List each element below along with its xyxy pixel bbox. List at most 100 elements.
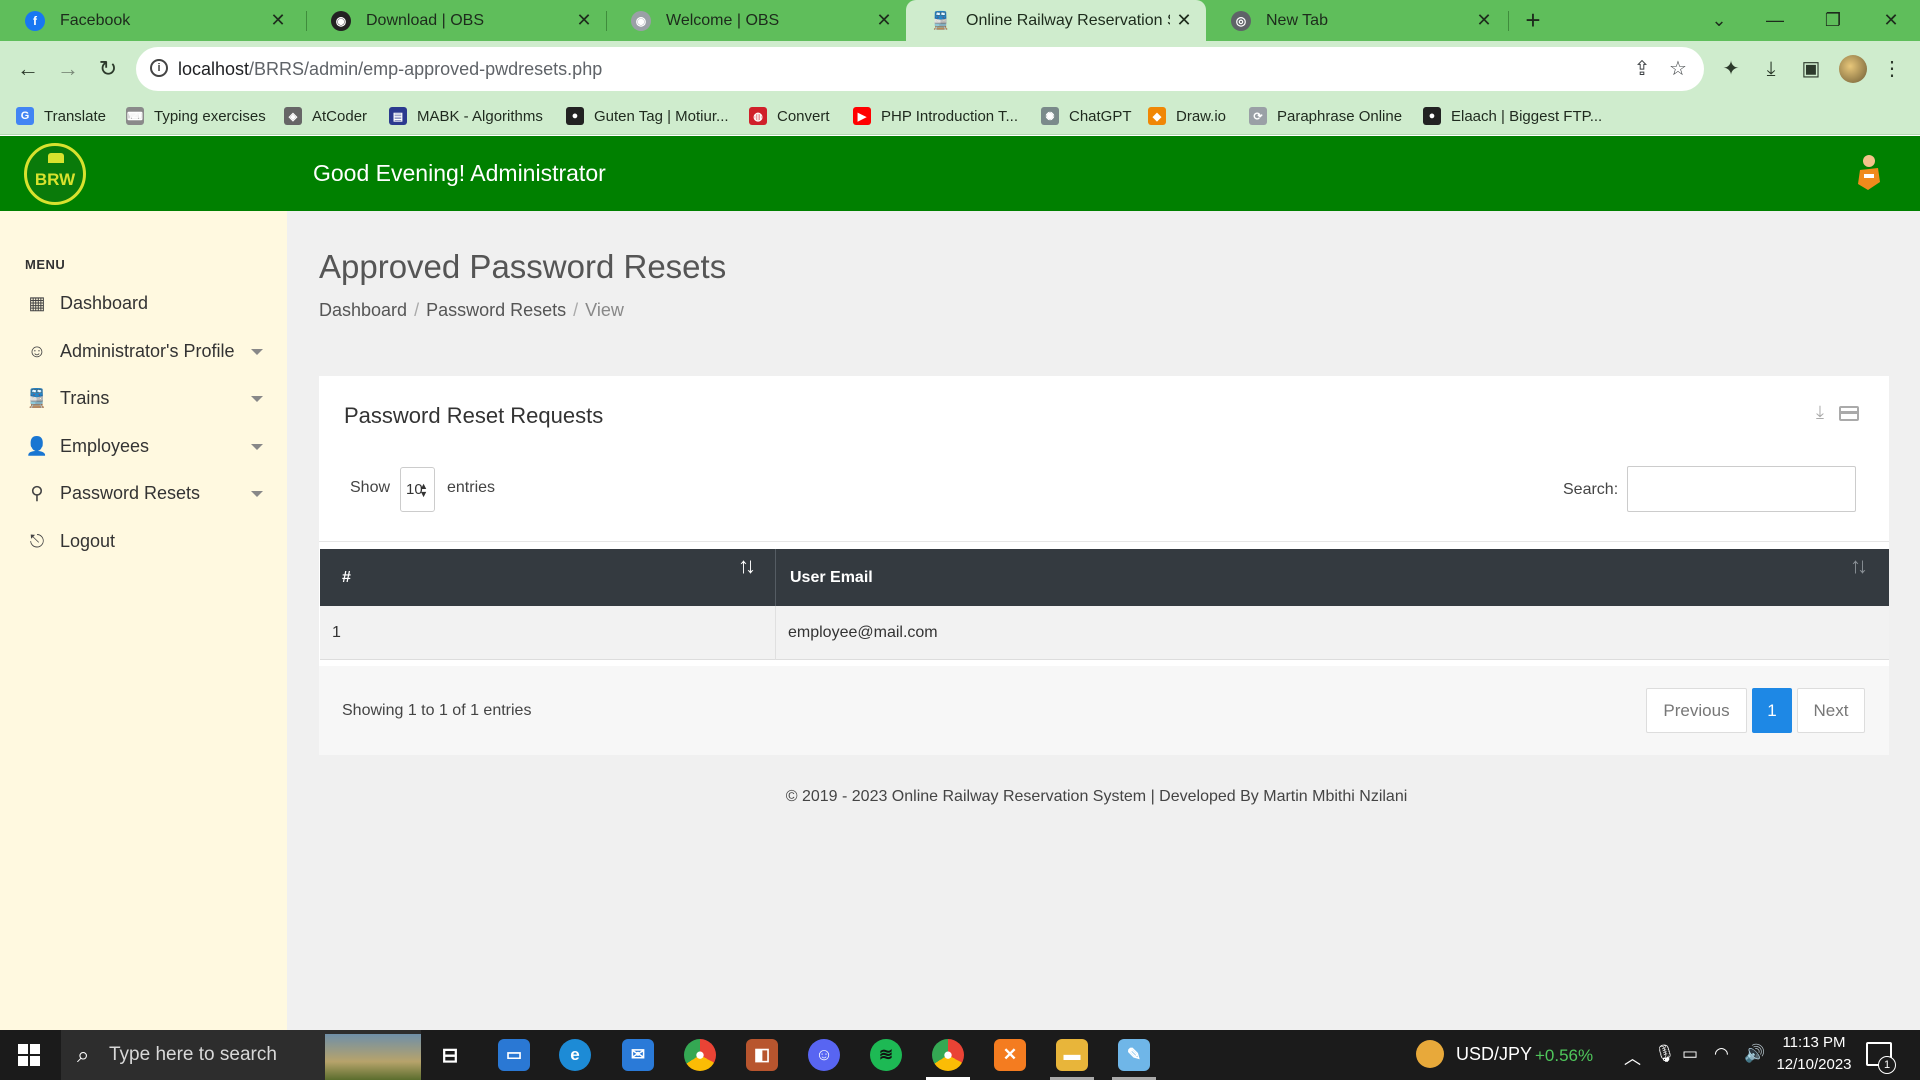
forward-button[interactable]: → — [50, 51, 86, 87]
bookmark-item[interactable]: ⌨ Typing exercises — [126, 104, 266, 128]
bookmark-item[interactable]: ● Elaach | Biggest FTP... — [1423, 104, 1602, 128]
table-row: 1 employee@mail.com — [320, 606, 1889, 660]
mail-icon[interactable]: ✉ — [622, 1039, 654, 1071]
sidebar-item-label: Password Resets — [60, 482, 201, 503]
minimize-button[interactable]: — — [1752, 0, 1798, 41]
bookmark-item[interactable]: ✺ ChatGPT — [1041, 104, 1132, 128]
currency-widget-icon[interactable] — [1416, 1040, 1444, 1068]
close-tab-icon[interactable]: ✕ — [1170, 10, 1198, 31]
tab-new-tab[interactable]: ◎ New Tab ✕ — [1206, 0, 1506, 41]
extensions-icon[interactable]: ✦ — [1717, 55, 1745, 83]
column-header-number[interactable]: # — [342, 549, 762, 606]
breadcrumb: Dashboard / Password Resets / View — [319, 300, 624, 321]
logout-icon: ⎋ — [29, 530, 45, 551]
tab-title: Download | OBS — [366, 11, 484, 29]
sidebar-item-password-resets[interactable]: ⚲ Password Resets — [0, 473, 287, 513]
tray-chevron-icon[interactable]: ︿ — [1624, 1044, 1641, 1069]
share-icon[interactable]: ⇪ — [1630, 57, 1654, 81]
bookmark-label: Translate — [44, 107, 106, 125]
sidebar-item-dashboard[interactable]: ▦ Dashboard — [0, 283, 287, 323]
breadcrumb-password-resets[interactable]: Password Resets — [426, 300, 566, 320]
bookmark-item[interactable]: ▶ PHP Introduction T... — [853, 104, 1018, 128]
bookmark-label: Convert — [777, 107, 830, 125]
maximize-button[interactable]: ❐ — [1810, 0, 1856, 41]
close-tab-icon[interactable]: ✕ — [570, 10, 598, 31]
bookmark-item[interactable]: ◆ Draw.io — [1148, 104, 1226, 128]
browser-tab-strip: f Facebook ✕ ◉ Download | OBS ✕ ◉ Welcom… — [0, 0, 1920, 41]
profile-avatar[interactable] — [1839, 55, 1867, 83]
chrome-icon[interactable]: ● — [684, 1039, 716, 1071]
bookmark-item[interactable]: ◍ Convert — [749, 104, 830, 128]
search-input[interactable] — [1627, 466, 1856, 512]
menu-title: MENU — [25, 257, 66, 272]
card-toggle-icon[interactable] — [1839, 406, 1859, 421]
side-panel-icon[interactable]: ▣ — [1797, 55, 1825, 83]
computer-app-icon[interactable]: ▭ — [498, 1039, 530, 1071]
reload-button[interactable]: ↻ — [90, 51, 126, 87]
downloads-icon[interactable]: ⤓ — [1757, 55, 1785, 83]
tab-railway-reservation[interactable]: 🚆 Online Railway Reservation System ✕ — [906, 0, 1206, 41]
tab-welcome-obs[interactable]: ◉ Welcome | OBS ✕ — [606, 0, 906, 41]
column-header-label: # — [342, 569, 351, 586]
address-bar[interactable]: i localhost/BRRS/admin/emp-approved-pwdr… — [136, 47, 1704, 91]
bookmark-item[interactable]: ● Guten Tag | Motiur... — [566, 104, 729, 128]
sort-icon[interactable]: ↑↓ — [738, 553, 756, 579]
close-tab-icon[interactable]: ✕ — [264, 10, 292, 31]
chrome-menu-icon[interactable]: ⋮ — [1878, 55, 1906, 83]
site-info-icon[interactable]: i — [150, 59, 168, 77]
close-tab-icon[interactable]: ✕ — [1470, 10, 1498, 31]
volume-icon[interactable]: 🔊 — [1744, 1044, 1765, 1064]
brw-logo[interactable]: BRW — [24, 143, 86, 205]
notepad-icon[interactable]: ✎ — [1118, 1039, 1150, 1071]
next-page-button[interactable]: Next — [1797, 688, 1865, 733]
tab-search-icon[interactable]: ⌄ — [1696, 0, 1742, 41]
new-tab-button[interactable]: + — [1518, 6, 1548, 36]
close-window-button[interactable]: ✕ — [1868, 0, 1914, 41]
file-explorer-icon[interactable]: ▬ — [1056, 1039, 1088, 1071]
sidebar-item-administrators-profile[interactable]: ☺ Administrator's Profile — [0, 331, 287, 371]
discord-icon[interactable]: ☺ — [808, 1039, 840, 1071]
xampp-icon[interactable]: ✕ — [994, 1039, 1026, 1071]
page-length-select[interactable]: 10 ▲ ▼ — [400, 467, 435, 512]
chrome-active-icon[interactable]: ● — [932, 1039, 964, 1071]
caret-down-icon — [251, 349, 263, 355]
app-icon[interactable]: ◧ — [746, 1039, 778, 1071]
column-header-email[interactable]: User Email — [790, 549, 1790, 606]
download-icon[interactable]: ⤓ — [1816, 402, 1824, 423]
bookmark-item[interactable]: ◈ AtCoder — [284, 104, 367, 128]
bookmark-label: MABK - Algorithms — [417, 107, 543, 125]
edge-icon[interactable]: e — [559, 1039, 591, 1071]
fx-pair[interactable]: USD/JPY — [1456, 1044, 1532, 1065]
microphone-icon[interactable]: 🎙 — [1654, 1044, 1676, 1064]
sidebar-item-employees[interactable]: 👤 Employees — [0, 426, 287, 466]
sidebar-item-trains[interactable]: 🚆 Trains — [0, 378, 287, 418]
tab-download-obs[interactable]: ◉ Download | OBS ✕ — [306, 0, 606, 41]
github-icon: ● — [566, 107, 584, 125]
breadcrumb-dashboard[interactable]: Dashboard — [319, 300, 407, 320]
dashboard-icon: ▦ — [28, 292, 46, 313]
spotify-icon[interactable]: ≋ — [870, 1039, 902, 1071]
close-tab-icon[interactable]: ✕ — [870, 10, 898, 31]
clock-date[interactable]: 12/10/2023 — [1772, 1056, 1856, 1073]
bookmark-label: PHP Introduction T... — [881, 107, 1019, 125]
page-1-button[interactable]: 1 — [1752, 688, 1792, 733]
clock-time[interactable]: 11:13 PM — [1778, 1034, 1850, 1051]
previous-page-button[interactable]: Previous — [1646, 688, 1747, 733]
task-view-icon[interactable]: ⊟ — [434, 1039, 466, 1071]
sort-icon[interactable]: ↑↓ — [1850, 553, 1868, 579]
column-header-label: User Email — [790, 569, 873, 586]
tab-facebook[interactable]: f Facebook ✕ — [0, 0, 300, 41]
bookmark-item[interactable]: G Translate — [16, 104, 106, 128]
google-translate-icon: G — [16, 107, 34, 125]
back-button[interactable]: ← — [10, 51, 46, 87]
battery-icon[interactable]: ▭ — [1682, 1044, 1698, 1064]
bookmark-item[interactable]: ⟳ Paraphrase Online — [1249, 104, 1402, 128]
windows-start-icon[interactable] — [18, 1044, 40, 1066]
bookmark-item[interactable]: ▤ MABK - Algorithms — [389, 104, 543, 128]
user-menu-icon[interactable] — [1854, 154, 1882, 192]
sidebar-item-logout[interactable]: ⎋ Logout — [0, 521, 287, 561]
bookmark-star-icon[interactable]: ☆ — [1666, 57, 1690, 81]
wifi-icon[interactable]: ◠ — [1714, 1044, 1729, 1064]
bookmark-label: ChatGPT — [1069, 107, 1132, 125]
taskbar-search[interactable]: ⌕ Type here to search — [61, 1030, 421, 1080]
